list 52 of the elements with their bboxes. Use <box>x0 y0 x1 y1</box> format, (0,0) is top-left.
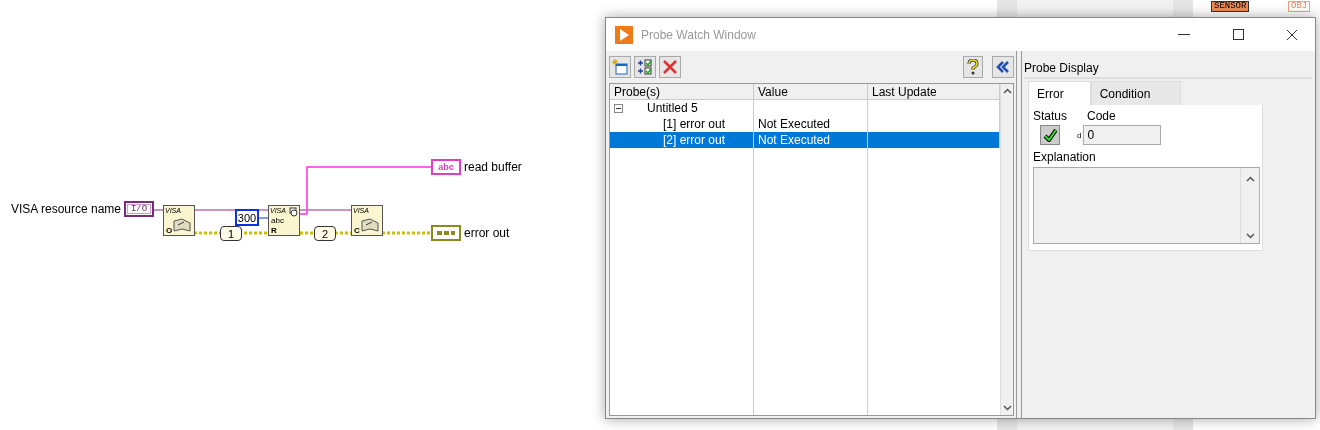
radix-indicator: d <box>1077 130 1082 140</box>
close-book-icon <box>360 217 380 233</box>
numeric-constant: 300 <box>235 209 259 226</box>
checklist-icon <box>637 58 653 75</box>
scroll-up-icon[interactable] <box>1245 176 1255 182</box>
scroll-down-icon[interactable] <box>1002 405 1012 411</box>
control-label: VISA resource name <box>10 202 121 216</box>
help-button[interactable] <box>963 55 983 78</box>
window-title: Probe Watch Window <box>641 27 757 42</box>
field-label: Explanation <box>1033 150 1097 164</box>
minimize-icon <box>1178 33 1190 36</box>
scroll-up-icon[interactable] <box>1002 88 1012 94</box>
new-window-icon <box>612 58 628 75</box>
probe-name: [1] error out <box>663 116 726 132</box>
app-logo-icon <box>615 25 633 44</box>
field-label: Status <box>1033 109 1068 123</box>
double-chevron-left-icon <box>996 60 1010 73</box>
add-checklist-button[interactable] <box>634 55 656 78</box>
indicator-label: read buffer <box>464 160 522 174</box>
probe-value: Not Executed <box>758 116 831 132</box>
scroll-down-icon[interactable] <box>1245 233 1255 239</box>
collapse-icon[interactable] <box>614 103 623 113</box>
sensor-node: SENSOR <box>1211 1 1250 12</box>
probe-row[interactable]: [2] error out Not Executed <box>610 132 1000 148</box>
delete-button[interactable] <box>659 55 681 78</box>
open-book-icon <box>172 217 192 233</box>
field-label: Code <box>1087 109 1116 123</box>
maximize-icon <box>1232 29 1244 40</box>
panel-title: Probe Display <box>1024 61 1100 77</box>
code-field[interactable]: 0 <box>1083 125 1162 145</box>
string-indicator[interactable]: abc <box>431 159 461 175</box>
tab[interactable]: Error <box>1028 81 1091 105</box>
collapse-panel-button[interactable] <box>992 55 1014 78</box>
cluster-indicator[interactable] <box>431 225 461 241</box>
object-terminal: OBJ <box>1288 1 1311 12</box>
probe-value: Not Executed <box>758 132 831 148</box>
close-icon <box>1286 28 1298 41</box>
column-header[interactable]: Probe(s) <box>610 84 754 99</box>
probe-marker[interactable]: 1 <box>220 226 242 241</box>
probe-marker[interactable]: 2 <box>314 226 336 241</box>
indicator-label: error out <box>464 226 510 240</box>
tree-item[interactable]: Untitled 5 <box>647 100 698 116</box>
delete-x-icon <box>662 58 678 75</box>
explanation-field[interactable] <box>1033 167 1260 244</box>
read-node-glyph-icon <box>289 207 298 217</box>
tab[interactable]: Condition <box>1090 81 1182 105</box>
column-header[interactable]: Value <box>754 84 868 99</box>
visa-resource-control[interactable]: I/O <box>124 201 154 217</box>
question-mark-icon <box>967 58 979 75</box>
new-probe-button[interactable] <box>609 55 631 78</box>
scrollbar[interactable] <box>1000 84 1013 415</box>
probe-name: [2] error out <box>663 132 726 148</box>
